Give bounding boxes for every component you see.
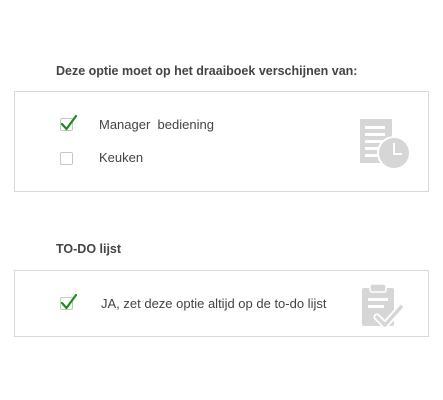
script-section-title: Deze optie moet op het draaiboek verschi… xyxy=(56,64,358,78)
checkmark-icon xyxy=(60,114,78,131)
option-keuken[interactable] xyxy=(60,152,73,165)
option-todo-always[interactable] xyxy=(60,293,78,310)
todo-options-panel: JA, zet deze optie altijd op de to-do li… xyxy=(14,270,429,337)
document-clock-icon xyxy=(360,119,411,170)
checkmark-icon xyxy=(60,293,78,310)
manager-bediening-label: Manager bediening xyxy=(99,117,214,132)
todo-always-label: JA, zet deze optie altijd op de to-do li… xyxy=(101,296,327,311)
keuken-label: Keuken xyxy=(99,150,144,165)
todo-always-checkbox[interactable] xyxy=(60,293,78,310)
clipboard-check-icon xyxy=(362,283,405,329)
script-options-panel: Manager bediening Keuken xyxy=(14,91,429,192)
manager-bediening-checkbox[interactable] xyxy=(60,114,78,131)
keuken-checkbox[interactable] xyxy=(60,152,73,165)
option-manager-bediening[interactable] xyxy=(60,114,78,131)
todo-section-title: TO-DO lijst xyxy=(56,242,122,256)
